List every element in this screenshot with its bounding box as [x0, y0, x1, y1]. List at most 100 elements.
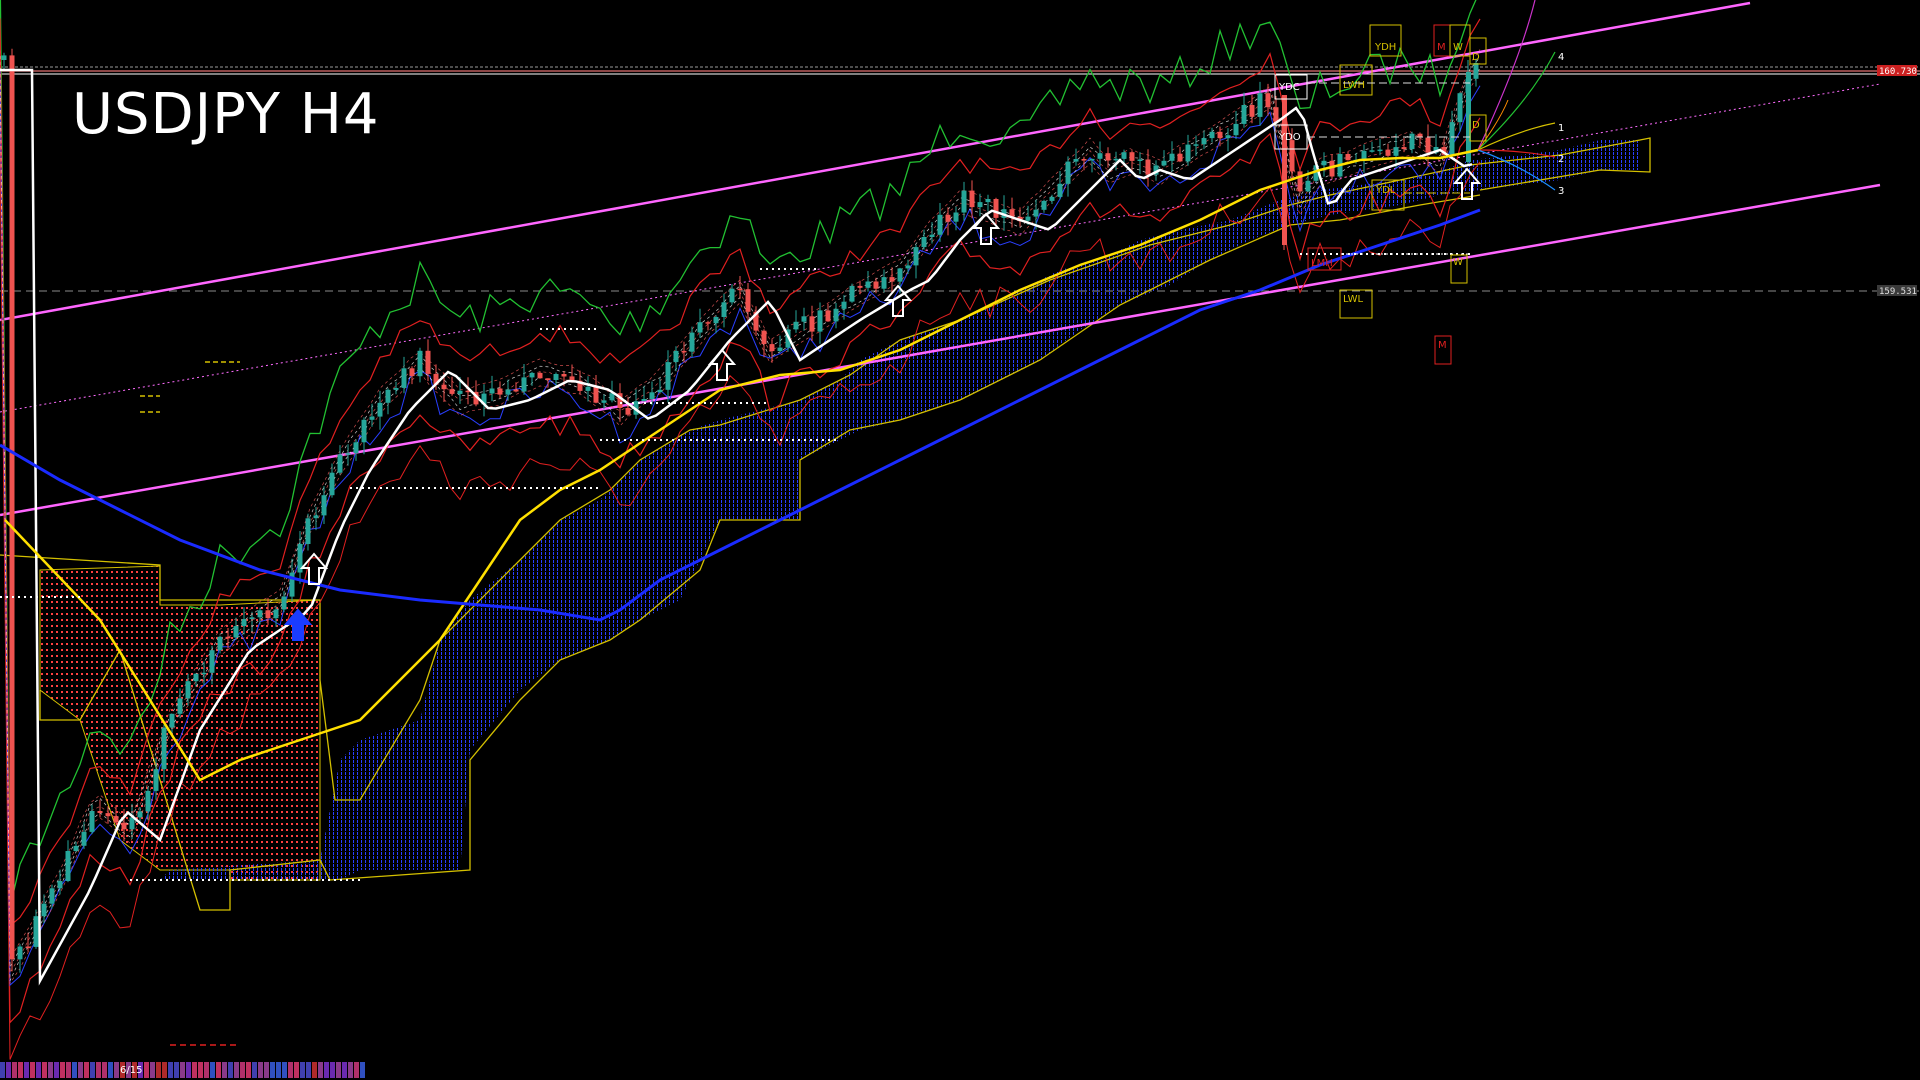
candle-body — [681, 350, 687, 353]
tag-lwh: LWH — [1343, 80, 1365, 91]
candle-body — [97, 811, 103, 813]
strip-cell — [180, 1062, 185, 1078]
candle-body — [1249, 105, 1255, 117]
candle-body — [9, 55, 15, 960]
price-label-upper: 160.730 — [1879, 67, 1917, 77]
candle-body — [1217, 131, 1223, 139]
candle-body — [697, 322, 703, 333]
candle-body — [201, 672, 207, 675]
candle-body — [929, 234, 935, 237]
candle-body — [217, 636, 223, 651]
candle-body — [585, 386, 591, 391]
page-title: USDJPY H4 — [72, 82, 380, 147]
candle-body — [345, 453, 351, 455]
candle-body — [1145, 159, 1151, 175]
strip-cell — [300, 1062, 305, 1078]
candle-body — [761, 330, 767, 345]
candle-body — [153, 769, 159, 791]
candle-body — [369, 416, 375, 420]
candle-body — [1369, 150, 1375, 152]
candle-body — [729, 288, 735, 303]
strip-cell — [6, 1062, 11, 1078]
strip-cell — [246, 1062, 251, 1078]
candle-body — [1265, 93, 1271, 108]
strip-cell — [54, 1062, 59, 1078]
strip-cell — [216, 1062, 221, 1078]
candle-body — [1185, 144, 1191, 162]
strip-cell — [264, 1062, 269, 1078]
candle-body — [993, 199, 999, 218]
candle-body — [1305, 180, 1311, 192]
strip-cell — [228, 1062, 233, 1078]
candle-body — [881, 277, 887, 289]
candle-body — [1377, 149, 1383, 152]
strip-cell — [306, 1062, 311, 1078]
candle-body — [33, 916, 39, 947]
candle-body — [945, 214, 951, 222]
candle-body — [913, 247, 919, 266]
candle-body — [705, 322, 711, 324]
strip-cell — [42, 1062, 47, 1078]
price-label-lower: 159.531 — [1879, 287, 1917, 297]
strip-cell — [348, 1062, 353, 1078]
strip-cell — [318, 1062, 323, 1078]
candle-body — [1457, 93, 1463, 123]
strip-cell — [48, 1062, 53, 1078]
projection-label-4: 4 — [1558, 52, 1564, 63]
candle-body — [1177, 153, 1183, 162]
candle-body — [1385, 149, 1391, 156]
strip-cell — [162, 1062, 167, 1078]
candle-body — [649, 392, 655, 399]
candle-body — [105, 813, 111, 817]
candle-body — [449, 389, 455, 394]
strip-cell — [30, 1062, 35, 1078]
candle-body — [353, 442, 359, 454]
candle-body — [169, 713, 175, 728]
candle-body — [1209, 131, 1215, 139]
candle-body — [497, 388, 503, 395]
candle-body — [673, 350, 679, 363]
candle-body — [921, 237, 927, 248]
tag-ydo: YDO — [1278, 132, 1301, 143]
candle-body — [1065, 161, 1071, 184]
candle-body — [273, 609, 279, 619]
candle-body — [1121, 152, 1127, 159]
tag-w-top: W — [1453, 42, 1463, 53]
strip-cell — [312, 1062, 317, 1078]
candle-body — [1073, 159, 1079, 162]
tag-lwl: LWL — [1343, 294, 1364, 305]
candle-body — [537, 372, 543, 379]
candle-body — [745, 289, 751, 312]
candle-body — [833, 308, 839, 322]
strip-cell — [90, 1062, 95, 1078]
tag-d-top: D — [1472, 52, 1480, 63]
candle-body — [409, 368, 415, 377]
candle-body — [1409, 133, 1415, 150]
candle-body — [953, 212, 959, 222]
strip-cell — [96, 1062, 101, 1078]
candle-body — [161, 727, 167, 770]
candle-body — [553, 374, 559, 380]
candle-body — [137, 811, 143, 818]
candle-body — [281, 596, 287, 610]
strip-cell — [78, 1062, 83, 1078]
strip-cell — [72, 1062, 77, 1078]
candle-body — [1129, 152, 1135, 161]
candle-body — [1033, 209, 1039, 217]
candle-body — [249, 617, 255, 619]
candle-body — [849, 285, 855, 302]
candle-body — [777, 347, 783, 352]
candle-body — [1449, 122, 1455, 155]
strip-cell — [360, 1062, 365, 1078]
strip-cell — [144, 1062, 149, 1078]
strip-cell — [60, 1062, 65, 1078]
strip-cell — [102, 1062, 107, 1078]
tag-m-top: M — [1437, 42, 1446, 53]
candle-body — [41, 903, 47, 917]
candle-body — [601, 400, 607, 403]
candle-body — [1193, 144, 1199, 146]
projection-label-2: 2 — [1558, 154, 1564, 165]
candle-body — [641, 399, 647, 402]
candle-body — [1049, 196, 1055, 201]
candle-body — [625, 408, 631, 415]
